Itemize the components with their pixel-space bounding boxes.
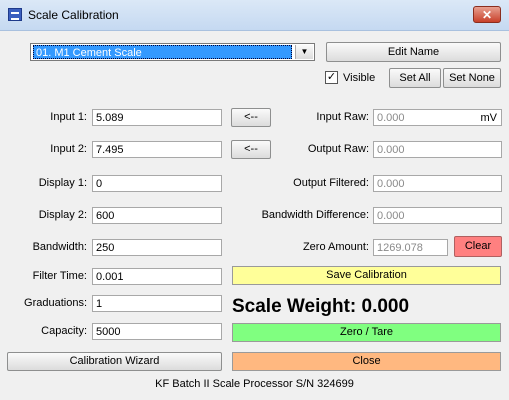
graduations-field[interactable]: 1 — [92, 295, 222, 312]
edit-name-button[interactable]: Edit Name — [326, 42, 501, 62]
output-raw-readout: 0.000 — [373, 141, 502, 158]
scale-select[interactable]: 01. M1 Cement Scale ▼ — [30, 43, 315, 61]
zero-tare-button[interactable]: Zero / Tare — [232, 323, 501, 342]
visible-label: Visible — [343, 72, 376, 84]
window-close-button[interactable]: ✕ — [473, 6, 501, 23]
input1-label: Input 1: — [50, 111, 87, 123]
graduations-label: Graduations: — [24, 297, 87, 309]
bandwidth-difference-label: Bandwidth Difference: — [261, 209, 369, 221]
scale-weight-readout: Scale Weight: 0.000 — [232, 296, 410, 317]
input2-label: Input 2: — [50, 143, 87, 155]
input-raw-value: 0.000 — [377, 112, 405, 124]
capacity-field[interactable]: 5000 — [92, 323, 222, 340]
save-calibration-button[interactable]: Save Calibration — [232, 266, 501, 285]
display1-field[interactable]: 0 — [92, 175, 222, 192]
input2-field[interactable]: 7.495 — [92, 141, 222, 158]
input1-field[interactable]: 5.089 — [92, 109, 222, 126]
copy-input2-button[interactable]: <-- — [231, 140, 271, 159]
bandwidth-label: Bandwidth: — [32, 241, 87, 253]
close-button[interactable]: Close — [232, 352, 501, 371]
zero-amount-readout: 1269.078 — [373, 239, 448, 256]
output-filtered-readout: 0.000 — [373, 175, 502, 192]
set-none-button[interactable]: Set None — [443, 68, 501, 88]
filter-time-label: Filter Time: — [32, 270, 87, 282]
input-raw-label: Input Raw: — [316, 111, 369, 123]
clear-button[interactable]: Clear — [454, 236, 502, 257]
copy-input1-button[interactable]: <-- — [231, 108, 271, 127]
bandwidth-field[interactable]: 250 — [92, 239, 222, 256]
window-title: Scale Calibration — [28, 8, 119, 22]
display2-field[interactable]: 600 — [92, 207, 222, 224]
chevron-down-icon[interactable]: ▼ — [295, 45, 313, 59]
title-bar: Scale Calibration ✕ — [0, 0, 509, 31]
set-all-button[interactable]: Set All — [389, 68, 441, 88]
output-filtered-label: Output Filtered: — [293, 177, 369, 189]
filter-time-field[interactable]: 0.001 — [92, 268, 222, 285]
scale-app-icon — [8, 8, 22, 21]
scale-select-value: 01. M1 Cement Scale — [33, 45, 292, 59]
input-raw-unit: mV — [480, 112, 498, 124]
output-raw-label: Output Raw: — [307, 143, 369, 155]
capacity-label: Capacity: — [41, 325, 87, 337]
visible-checkbox[interactable]: ✓ — [325, 71, 338, 84]
display1-label: Display 1: — [38, 177, 87, 189]
calibration-wizard-button[interactable]: Calibration Wizard — [7, 352, 222, 371]
serial-footer: KF Batch II Scale Processor S/N 324699 — [155, 378, 354, 390]
display2-label: Display 2: — [38, 209, 87, 221]
input-raw-readout: 0.000 mV — [373, 109, 502, 126]
bandwidth-difference-readout: 0.000 — [373, 207, 502, 224]
zero-amount-label: Zero Amount: — [302, 241, 369, 253]
